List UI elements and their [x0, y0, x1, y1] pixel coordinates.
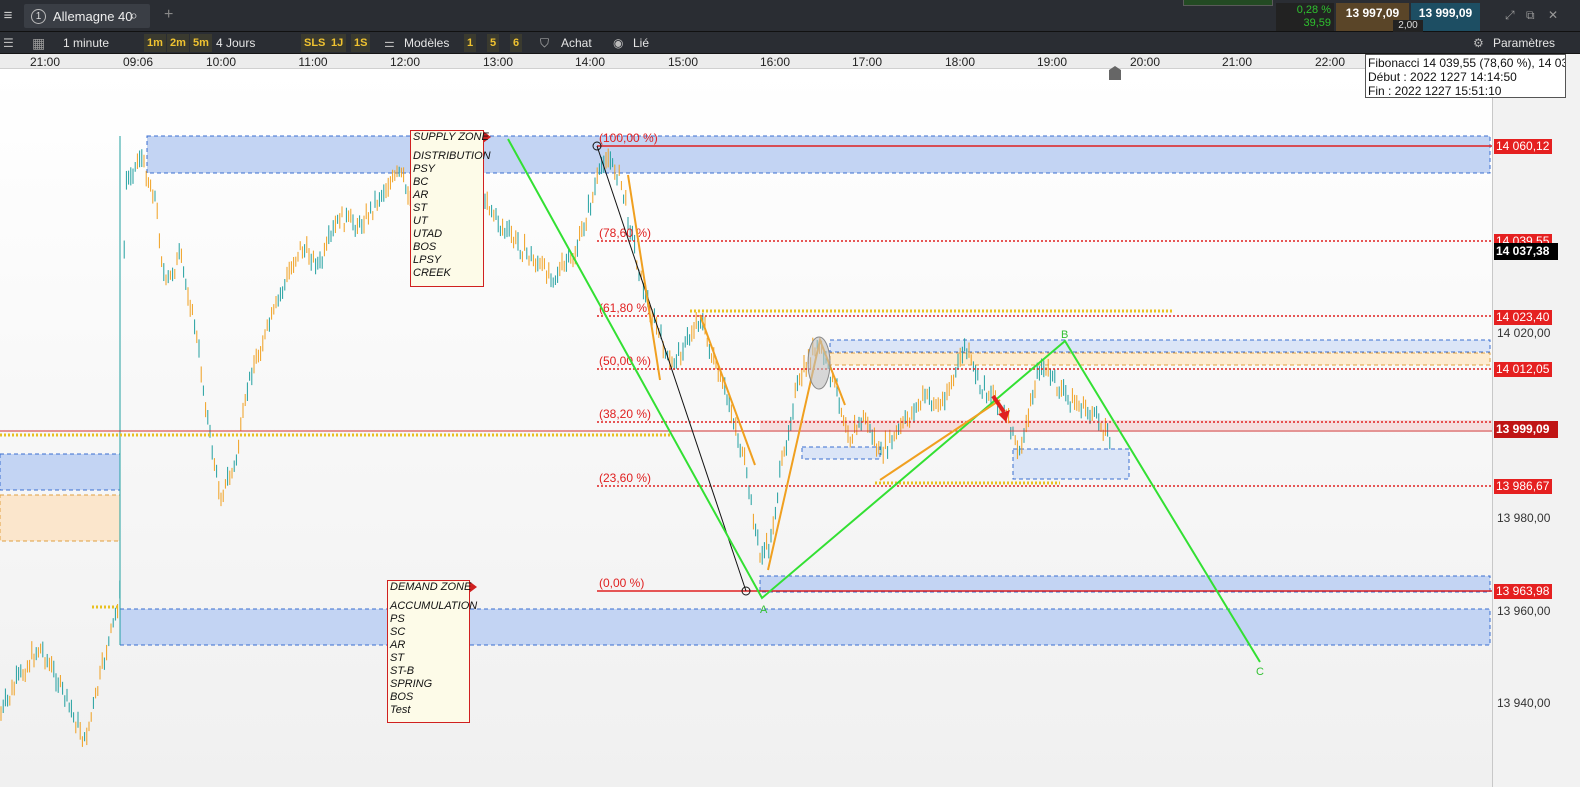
upper-orange-zone[interactable]: [829, 352, 1491, 366]
demand-item: SC: [390, 626, 406, 638]
wave-label-c: C: [1256, 666, 1264, 678]
current-price-tag: 13 999,09: [1494, 421, 1558, 438]
demand-zone-rect[interactable]: [119, 608, 1491, 646]
demand-item: ST: [390, 652, 405, 664]
demand-item: Test: [390, 704, 411, 716]
fib-0-tag: 13 963,98: [1494, 584, 1552, 599]
orange-trend-line[interactable]: [627, 174, 661, 381]
wave-label-b: B: [1061, 329, 1068, 341]
demand-item: PS: [390, 613, 405, 625]
small-zone-rect-2[interactable]: [801, 446, 881, 460]
fib-100-tag: 14 060,12: [1494, 139, 1552, 154]
supply-item: BOS: [413, 241, 437, 253]
fib-level-label: (38,20 %): [599, 407, 651, 421]
supply-item: UTAD: [413, 228, 443, 240]
demand-item: ST-B: [390, 665, 415, 677]
demand-item: AR: [390, 639, 406, 651]
low-zone-rect[interactable]: [759, 575, 1491, 593]
supply-item: AR: [413, 189, 429, 201]
left-zone-rect[interactable]: [0, 453, 121, 491]
chart-drawings: (100,00 %)(78,60 %)(61,80 %)(50,00 %)(38…: [0, 66, 1492, 747]
fib-anchor-line[interactable]: [596, 145, 747, 592]
left-orange-zone[interactable]: [0, 494, 121, 542]
price-tick: 13 960,00: [1497, 604, 1551, 618]
demand-zone-title: DEMAND ZONE: [390, 581, 472, 593]
fib-236-tag: 13 986,67: [1494, 479, 1552, 494]
supply-item: UT: [413, 215, 428, 227]
supply-item: ST: [413, 202, 428, 214]
fib-level-label: (0,00 %): [599, 576, 644, 590]
supply-item: DISTRIBUTION: [413, 150, 491, 162]
fib-level-label: (100,00 %): [599, 131, 658, 145]
supply-zone-title: SUPPLY ZONE: [413, 131, 489, 143]
price-tick: 13 940,00: [1497, 696, 1551, 710]
info-line: Début : 2022 1227 14:14:50: [1368, 70, 1517, 84]
info-line: Fin : 2022 1227 15:51:10: [1368, 84, 1502, 98]
fib-level-label: (61,80 %): [599, 301, 651, 315]
fib-level-label: (23,60 %): [599, 471, 651, 485]
supply-zone-box[interactable]: SUPPLY ZONE DISTRIBUTION PSY BC AR ST UT…: [410, 130, 491, 287]
supply-item: CREEK: [413, 267, 451, 279]
crosshair-price-tag: 14 037,38: [1494, 243, 1558, 260]
price-tick: 14 020,00: [1497, 326, 1551, 340]
supply-item: PSY: [413, 163, 436, 175]
orange-trend-line[interactable]: [699, 314, 756, 466]
info-line: Fibonacci 14 039,55 (78,60 %), 14 03: [1368, 56, 1566, 70]
drawing-info-box: Fibonacci 14 039,55 (78,60 %), 14 03 Déb…: [1365, 54, 1566, 98]
supply-item: BC: [413, 176, 429, 188]
demand-zone-box[interactable]: DEMAND ZONE ACCUMULATION PS SC AR ST ST-…: [387, 580, 478, 723]
orange-trend-line[interactable]: [879, 399, 1001, 481]
candlesticks: [0, 136, 1111, 747]
small-zone-rect[interactable]: [1012, 448, 1130, 480]
fib-50-tag: 14 012,05: [1494, 362, 1552, 377]
fib-618-tag: 14 023,40: [1494, 310, 1552, 325]
time-marker-icon[interactable]: [1109, 66, 1121, 80]
demand-item: BOS: [390, 691, 414, 703]
fib-level-label: (50,00 %): [599, 354, 651, 368]
upper-zone-rect[interactable]: [829, 339, 1491, 353]
supply-item: LPSY: [413, 254, 442, 266]
wave-label-a: A: [760, 604, 768, 616]
price-tick: 13 980,00: [1497, 511, 1551, 525]
ellipse-marker[interactable]: [807, 336, 831, 390]
trading-app: ≡ 1 Allemagne 40 ⌕ + 0,28 % 39,59 13 997…: [0, 0, 1580, 787]
supply-zone-rect[interactable]: [146, 135, 1491, 174]
demand-item: ACCUMULATION: [390, 600, 478, 612]
demand-item: SPRING: [390, 678, 433, 690]
